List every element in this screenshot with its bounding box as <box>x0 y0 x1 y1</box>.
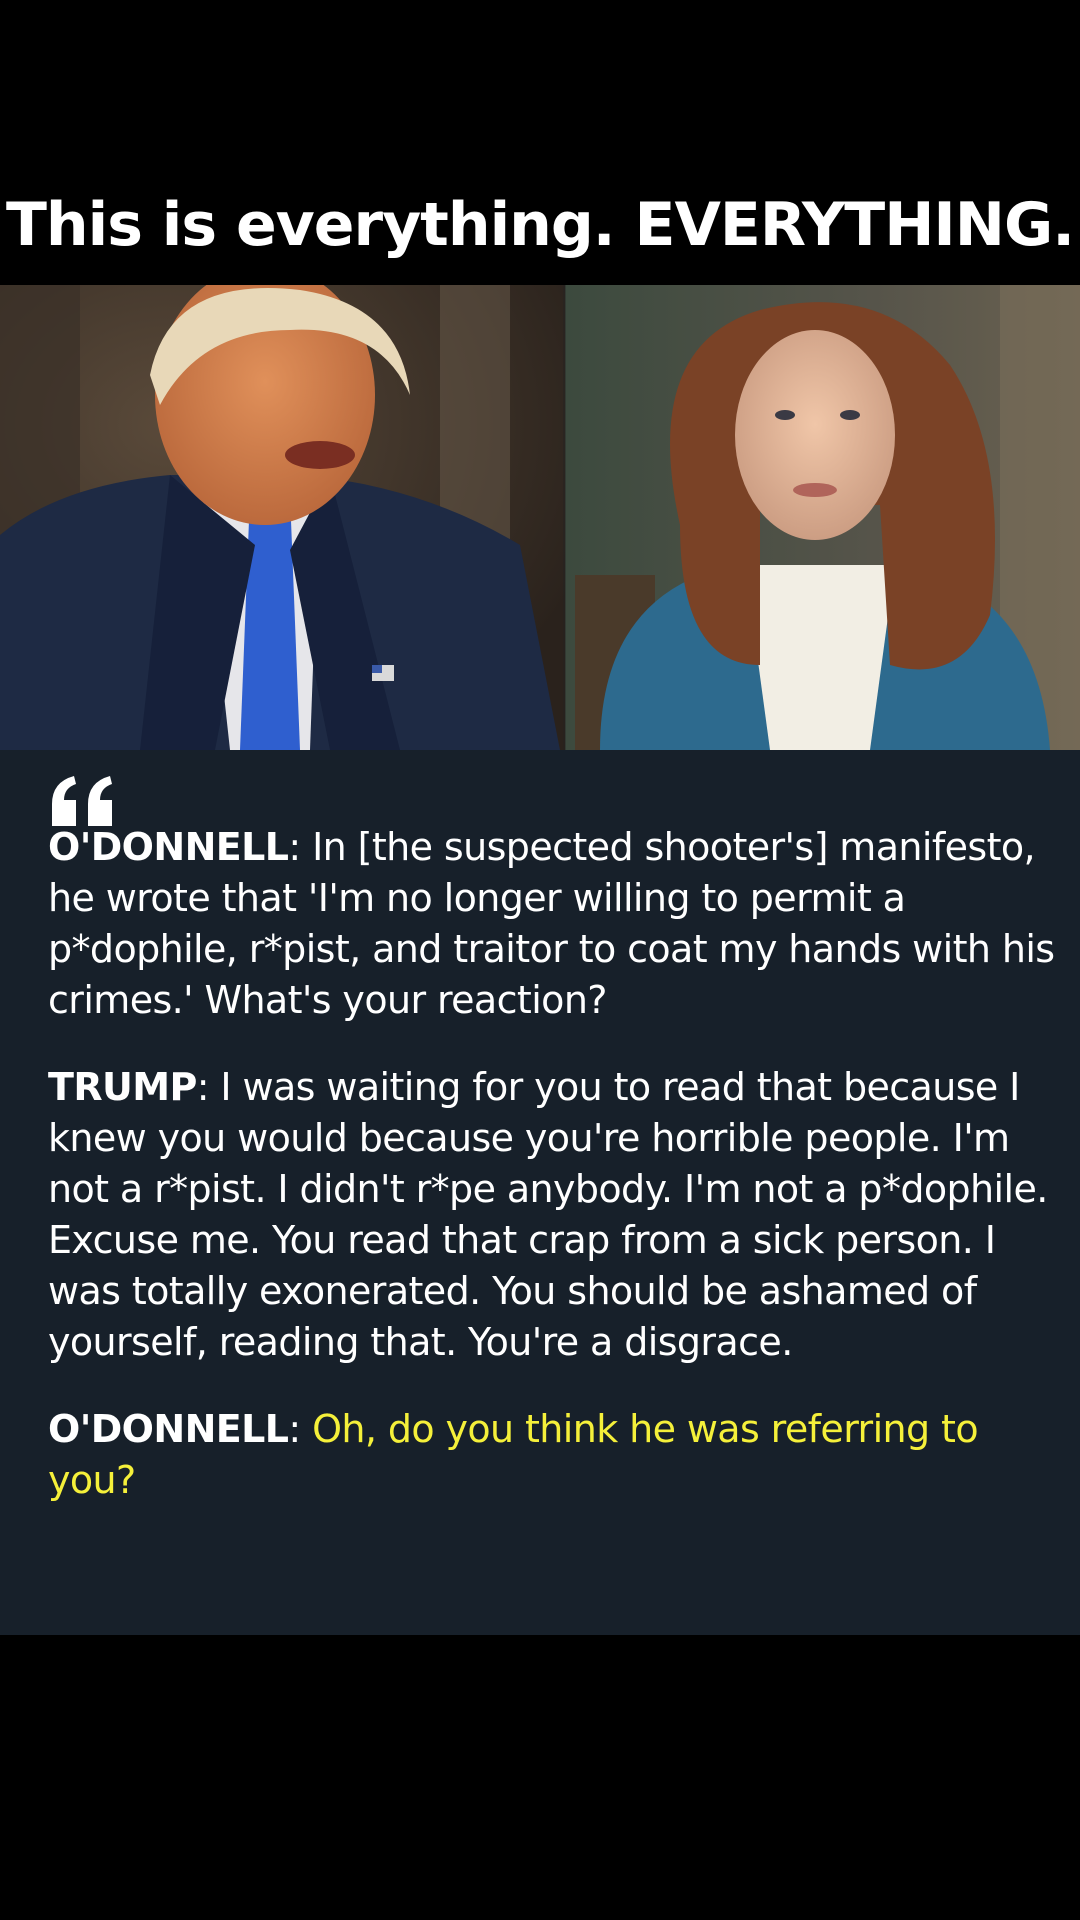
speaker-separator: : <box>196 1065 221 1109</box>
transcript-paragraph-1: O'DONNELL: In [the suspected shooter's] … <box>48 822 1060 1026</box>
speaker-separator: : <box>288 825 313 869</box>
interview-photo <box>0 285 1080 750</box>
quote-text: I was waiting for you to read that becau… <box>48 1065 1048 1364</box>
speaker-separator: : <box>288 1407 313 1451</box>
transcript-paragraph-3: O'DONNELL: Oh, do you think he was refer… <box>48 1404 1060 1506</box>
speaker-name: O'DONNELL <box>48 1407 289 1451</box>
headline: This is everything. EVERYTHING. <box>6 190 1075 260</box>
speaker-name: O'DONNELL <box>48 825 289 869</box>
interview-split-photo <box>0 285 1080 750</box>
quote-card: O'DONNELL: In [the suspected shooter's] … <box>0 750 1080 1635</box>
quote-mark-icon <box>52 776 112 826</box>
transcript: O'DONNELL: In [the suspected shooter's] … <box>48 822 1060 1542</box>
speaker-name: TRUMP <box>48 1065 197 1109</box>
transcript-paragraph-2: TRUMP: I was waiting for you to read tha… <box>48 1062 1060 1368</box>
